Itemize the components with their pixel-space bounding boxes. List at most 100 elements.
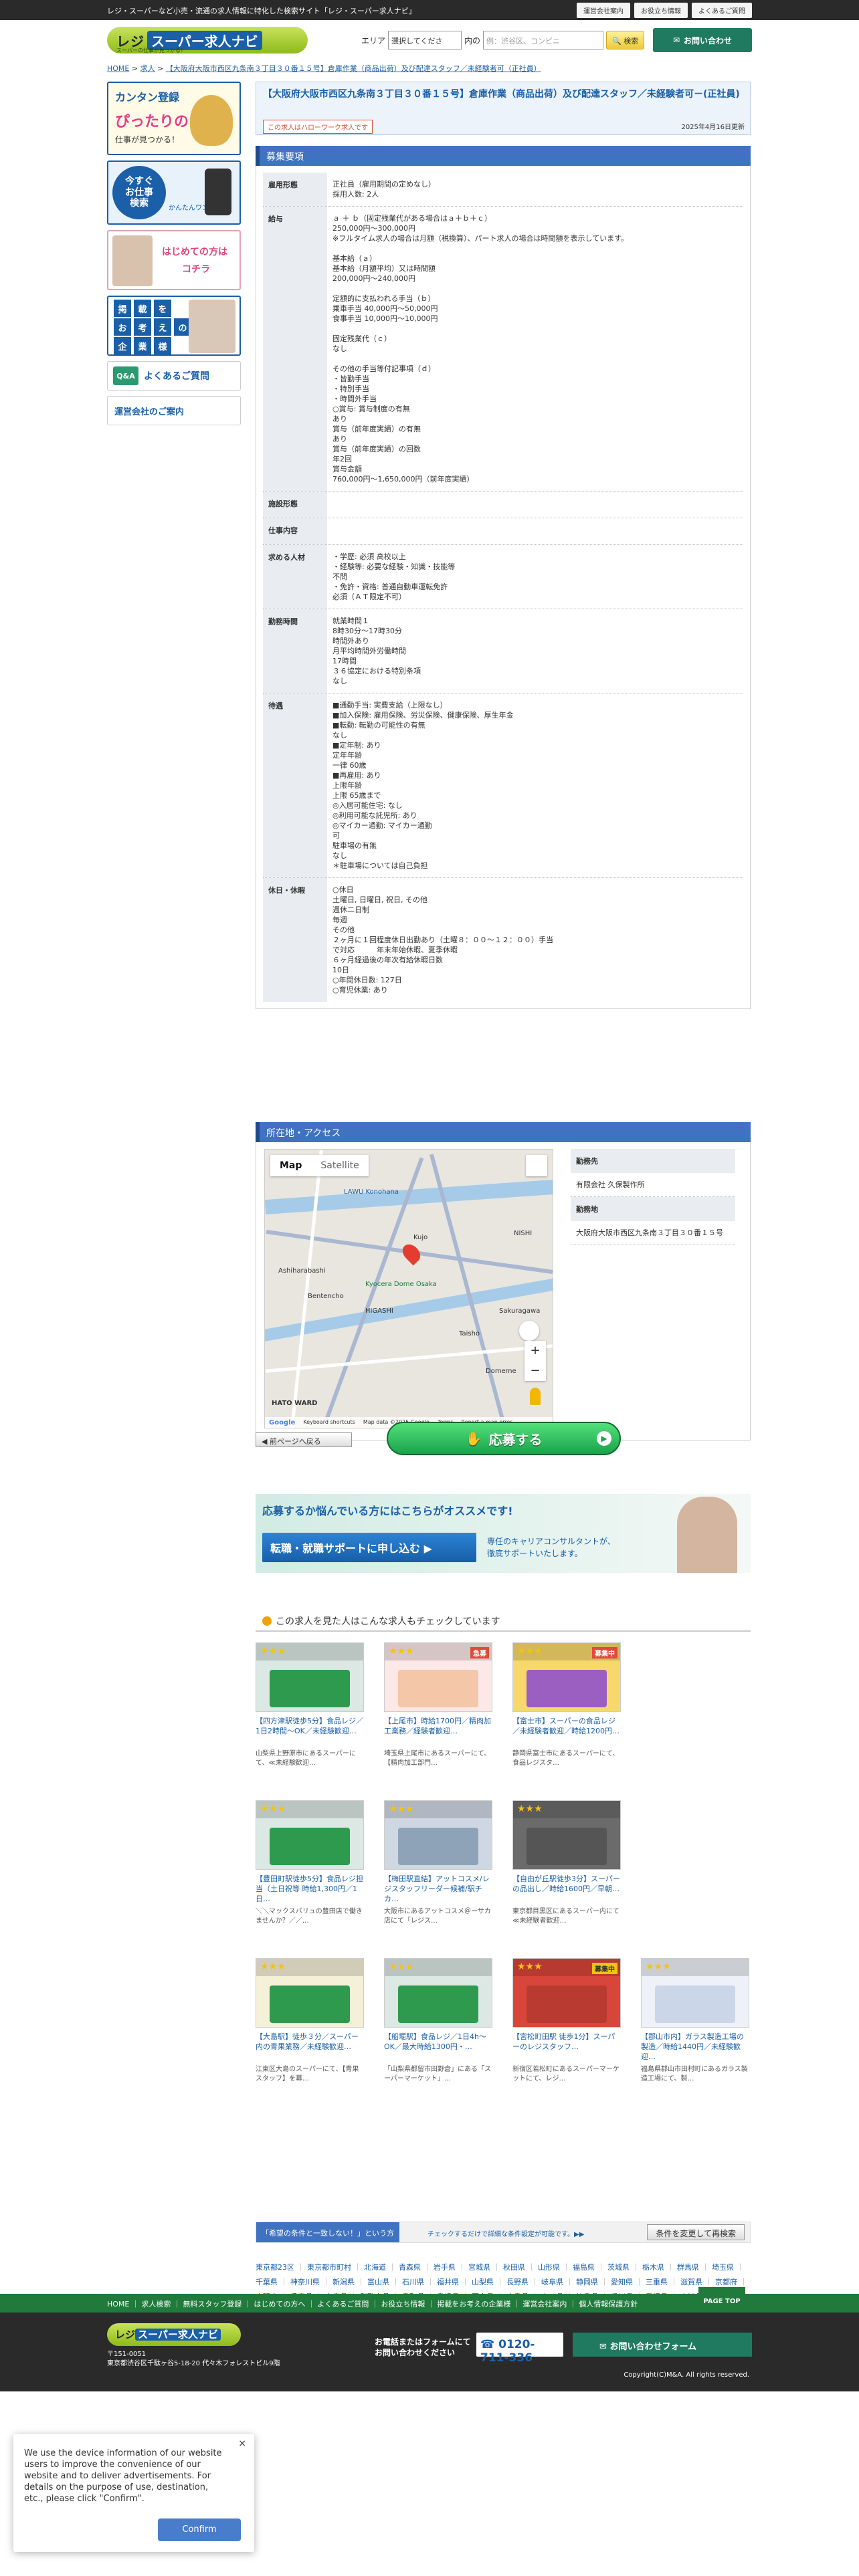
job-card-title[interactable]: 【大島駅】徒歩３分／スーパー内の青果業務／未経験歓迎… — [256, 2032, 364, 2062]
job-card-title[interactable]: 【自由が丘駅徒歩3分】スーパーの品出し／時給1600円／早朝… — [512, 1874, 621, 1905]
compass-icon[interactable] — [519, 1321, 539, 1341]
companies-char: え — [154, 318, 171, 336]
area-link[interactable]: 山梨県 — [472, 2278, 494, 2286]
site-logo[interactable]: レジ スーパー求人ナビ スーパーの仕事が見つかる！ — [107, 27, 308, 53]
area-separator: ｜ — [496, 2278, 504, 2286]
page-top-button[interactable]: PAGE TOP — [698, 2287, 745, 2313]
area-link[interactable]: 埼玉県 — [712, 2263, 734, 2272]
top-link-company[interactable]: 運営会社案内 — [577, 3, 630, 18]
banner-search-now[interactable]: 今すぐ お仕事 検索 かんたんワンタッチ！ — [107, 160, 241, 225]
star-icon: ★★★ — [389, 1804, 414, 1814]
job-card[interactable]: ★★★ 募集中 【富士市】スーパーの食品レジ／未経験者歓迎／時給1200円… 静岡… — [512, 1642, 621, 1768]
area-link[interactable]: 茨城県 — [607, 2263, 630, 2272]
area-link[interactable]: 北海道 — [364, 2263, 386, 2272]
google-map[interactable]: Map Satellite LAWU Konohana Kujo NISHI B… — [264, 1149, 553, 1428]
footer-links[interactable]: HOME ｜ 求人検索 ｜ 無料スタッフ登録 ｜ はじめての方へ ｜ よくあるご… — [107, 2298, 638, 2309]
card-tag: 募集中 — [592, 1647, 617, 1658]
job-card-image: ★★★ — [384, 1800, 492, 1870]
recommend-heading-text: この求人を見た人はこんな求人もチェックしています — [276, 1616, 500, 1627]
area-link[interactable]: 秋田県 — [503, 2263, 525, 2272]
area-link[interactable]: 新潟県 — [332, 2278, 355, 2286]
zoom-control[interactable]: + − — [524, 1341, 546, 1381]
job-card-desc: 大阪市にあるアットコスメ＠ーサカ店にて「レジス… — [384, 1908, 491, 1925]
area-link[interactable]: 岐阜県 — [541, 2278, 563, 2286]
area-link[interactable]: 石川県 — [402, 2278, 424, 2286]
job-card-title[interactable]: 【豊田町駅徒歩5分】食品レジ担当（土日祝等 時給1,300円／1日… — [256, 1874, 364, 1905]
job-card-title[interactable]: 【富士市】スーパーの食品レジ／未経験者歓迎／時給1200円… — [512, 1716, 621, 1747]
footer-contact-button[interactable]: ✉ お問い合わせフォーム — [573, 2333, 752, 2357]
job-card[interactable]: ★★★ 急募 【上尾市】時給1700円／精肉加工業務／経験者歓迎… 埼玉県上尾市に… — [384, 1642, 492, 1768]
job-card-title[interactable]: 【上尾市】時給1700円／精肉加工業務／経験者歓迎… — [384, 1716, 492, 1747]
job-card[interactable]: ★★★ 【豊田町駅徒歩5分】食品レジ担当（土日祝等 時給1,300円／1日… ＼… — [256, 1800, 364, 1926]
area-link[interactable]: 神奈川県 — [290, 2278, 320, 2286]
job-card[interactable]: ★★★ 【梅田駅直結】アットコスメ/レジスタッフリーダー候補/駅チカ… 大阪市に… — [384, 1800, 492, 1926]
area-link[interactable]: 青森県 — [399, 2263, 421, 2272]
job-card-title[interactable]: 【梅田駅直結】アットコスメ/レジスタッフリーダー候補/駅チカ… — [384, 1874, 492, 1905]
top-link-tips[interactable]: お役立ち情報 — [634, 3, 688, 18]
banner-companies[interactable]: 掲 載 を お 考 え の 企 業 様 — [107, 296, 241, 356]
job-card-title[interactable]: 【船堀駅】食品レジ／1日4h〜OK／最大時給1300円・… — [384, 2032, 492, 2062]
job-card-title[interactable]: 【郡山市内】ガラス製造工場の製造／時給1440円／未経験歓迎… — [641, 2032, 749, 2062]
fullscreen-icon[interactable] — [526, 1155, 547, 1176]
area-link[interactable]: 群馬県 — [677, 2263, 699, 2272]
area-link[interactable]: 滋賀県 — [680, 2278, 702, 2286]
area-link[interactable]: 東京都市町村 — [307, 2263, 351, 2272]
job-card-title[interactable]: 【四方津駅徒歩5分】食品レジ／1日2時間〜OK／未経験歓迎… — [256, 1716, 364, 1747]
re-search-button[interactable]: 条件を変更して再検索 — [647, 2224, 745, 2240]
search-button[interactable]: 🔍 検索 — [606, 31, 645, 49]
apply-button[interactable]: ✋ 応募する ▶ — [387, 1422, 621, 1455]
confirm-button[interactable]: Confirm — [158, 2518, 241, 2541]
search-input[interactable]: 例：渋谷区、コンビニ — [483, 31, 604, 49]
job-card[interactable]: ★★★ 【大島駅】徒歩３分／スーパー内の青果業務／未経験歓迎… 江東区大島のスー… — [256, 1958, 364, 2084]
job-card-image: ★★★ 急募 — [384, 1642, 492, 1712]
close-icon[interactable]: × — [238, 2438, 246, 2449]
area-link[interactable]: 愛知県 — [611, 2278, 633, 2286]
map-pin-icon[interactable] — [399, 1241, 424, 1266]
area-link[interactable]: 福島県 — [573, 2263, 595, 2272]
area-link[interactable]: 長野県 — [506, 2278, 529, 2286]
street-view-pegman-icon[interactable] — [530, 1388, 541, 1405]
breadcrumb-home[interactable]: HOME — [107, 64, 129, 73]
area-select[interactable]: 選択してくださ — [388, 31, 462, 49]
area-link[interactable]: 福井県 — [437, 2278, 459, 2286]
area-link[interactable]: 静岡県 — [576, 2278, 598, 2286]
area-link[interactable]: 富山県 — [367, 2278, 389, 2286]
area-link[interactable]: 宮城県 — [468, 2263, 490, 2272]
area-separator: ｜ — [427, 2278, 434, 2286]
banner-register-t2: ぴったりの — [115, 114, 189, 130]
area-link[interactable]: 三重県 — [646, 2278, 668, 2286]
star-icon: ★★★ — [517, 1804, 543, 1814]
footer-tel[interactable]: ☎ 0120-711-336 — [476, 2333, 563, 2365]
job-card[interactable]: ★★★ 【郡山市内】ガラス製造工場の製造／時給1440円／未経験歓迎… 福島県郡… — [641, 1958, 749, 2084]
job-card[interactable]: ★★★ 募集中 【宮松町田駅 徒歩1分】スーパーのレジスタッフ… 新宿区若松町にあ… — [512, 1958, 621, 2084]
area-separator: ｜ — [670, 2278, 678, 2286]
companies-char: 様 — [154, 337, 171, 354]
area-link[interactable]: 京都府 — [715, 2278, 737, 2286]
satellite-tab[interactable]: Satellite — [311, 1160, 368, 1171]
banner-faq[interactable]: Q&A よくあるご質問 — [107, 361, 241, 391]
area-separator: ｜ — [632, 2263, 640, 2272]
area-link[interactable]: 岩手県 — [434, 2263, 456, 2272]
back-button[interactable]: ◀ 前ページへ戻る — [256, 1432, 352, 1447]
header-contact-button[interactable]: ✉ お問い合わせ — [653, 28, 752, 52]
map-label: Kyocera Dome Osaka — [365, 1281, 437, 1288]
breadcrumb-jobs[interactable]: 求人 — [140, 64, 155, 73]
footer-logo-b: スーパー求人ナビ — [135, 2329, 221, 2341]
breadcrumb-current[interactable]: 【大阪府大阪市西区九条南３丁目３０番１５号】倉庫作業（商品出荷）及び配達スタッフ… — [166, 64, 541, 73]
map-tab[interactable]: Map — [270, 1160, 311, 1171]
banner-company-info[interactable]: 運営会社のご案内 — [107, 396, 241, 425]
banner-first-time[interactable]: はじめての方は コチラ — [107, 230, 241, 290]
banner-register[interactable]: カンタン登録 ぴったりの 仕事が見つかる！ — [107, 82, 241, 155]
area-link[interactable]: 東京都23区 — [256, 2263, 294, 2272]
top-link-faq[interactable]: よくあるご質問 — [692, 3, 752, 18]
job-card[interactable]: ★★★ 【四方津駅徒歩5分】食品レジ／1日2時間〜OK／未経験歓迎… 山梨県上野… — [256, 1642, 364, 1768]
area-link[interactable]: 栃木県 — [642, 2263, 664, 2272]
footer-logo[interactable]: レジ スーパー求人ナビ — [107, 2323, 241, 2346]
career-support-button[interactable]: 転職・就職サポートに申し込む ▶ — [262, 1533, 476, 1562]
area-link[interactable]: 山形県 — [538, 2263, 560, 2272]
job-card[interactable]: ★★★ 【船堀駅】食品レジ／1日4h〜OK／最大時給1300円・… 「山梨県都留… — [384, 1958, 492, 2084]
area-link[interactable]: 千葉県 — [256, 2278, 278, 2286]
job-card-title[interactable]: 【宮松町田駅 徒歩1分】スーパーのレジスタッフ… — [512, 2032, 621, 2062]
narrow-search-bar: 「希望の条件と一致しない！」という方 チェックするだけで詳細な条件設定が可能です… — [256, 2222, 751, 2243]
job-card[interactable]: ★★★ 【自由が丘駅徒歩3分】スーパーの品出し／時給1600円／早朝… 東京都目… — [512, 1800, 621, 1926]
